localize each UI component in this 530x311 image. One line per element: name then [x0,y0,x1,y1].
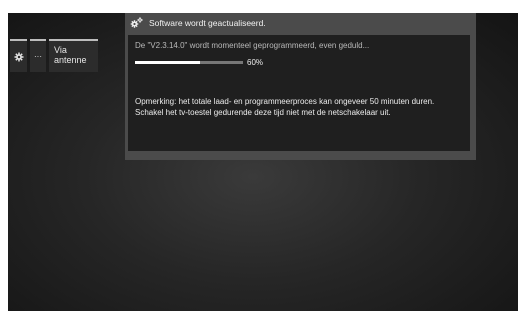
gears-icon [130,17,143,28]
warning-note: Opmerking: het totale laad- en programme… [135,97,435,117]
dialog-header: Software wordt geactualiseerd. [125,13,476,33]
more-label: ··· [34,52,42,61]
gear-icon [14,52,23,61]
menu-item-label-line1: Via [54,45,67,55]
dialog-body: De "V2.3.14.0" wordt momenteel geprogram… [128,35,470,151]
settings-menu: ··· Via antenne [10,39,98,72]
menu-item-via-antenne[interactable]: Via antenne [49,39,98,72]
progress-bar-fill [135,61,200,64]
menu-item-settings[interactable] [10,39,27,72]
tv-screen: ··· Via antenne Software wordt geactuali… [8,13,518,311]
menu-item-label-line2: antenne [54,55,87,65]
dialog-title: Software wordt geactualiseerd. [149,18,266,28]
progress-percentage: 60% [247,58,264,67]
software-update-dialog: Software wordt geactualiseerd. De "V2.3.… [125,13,476,160]
status-text: De "V2.3.14.0" wordt momenteel geprogram… [135,41,370,50]
progress-row: 60% [135,58,463,67]
menu-item-more[interactable]: ··· [30,39,46,72]
progress-bar [135,61,243,64]
